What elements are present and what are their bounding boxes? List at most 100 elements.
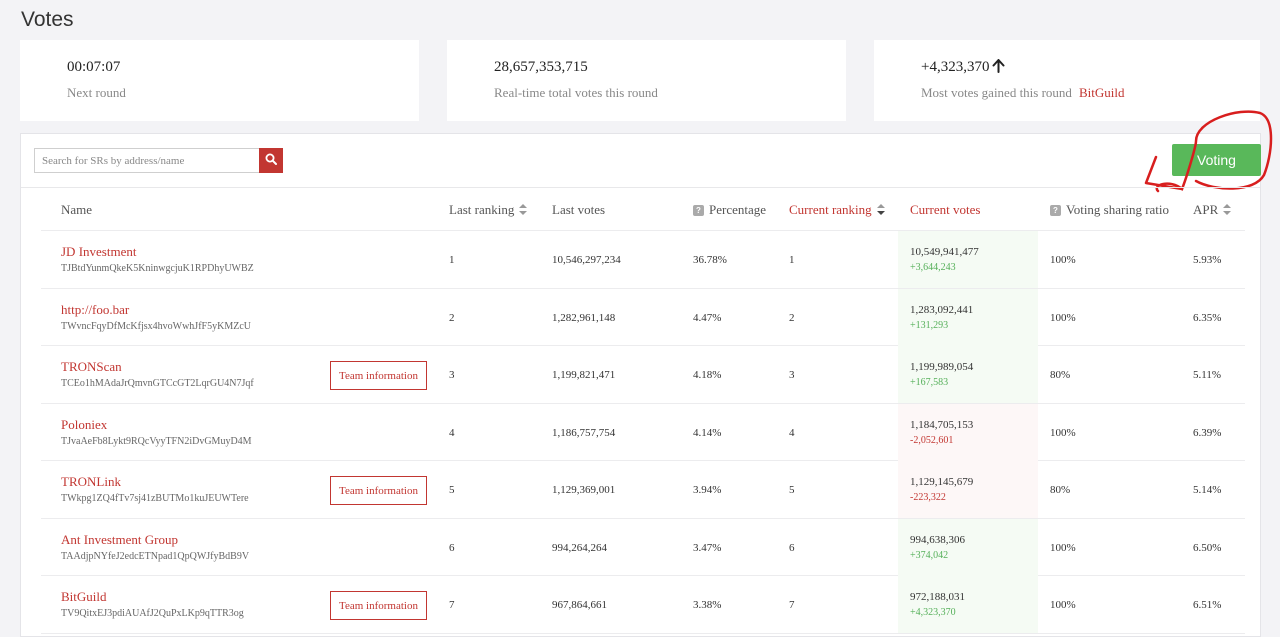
last-ranking-cell: 7 (449, 599, 455, 611)
percentage-cell: 3.38% (693, 599, 722, 611)
apr-cell: 6.39% (1193, 426, 1222, 439)
sr-name-link[interactable]: BitGuild (61, 589, 107, 605)
sharing-ratio-cell: 100% (1050, 426, 1076, 439)
votes-change: -223,322 (910, 492, 946, 503)
sr-name-link[interactable]: TRONScan (61, 359, 122, 375)
current-votes-highlight (898, 288, 1038, 346)
search-input[interactable] (34, 148, 259, 173)
team-information-button[interactable]: Team information (330, 476, 427, 505)
current-ranking-cell: 2 (789, 311, 795, 324)
sr-address: TJBtdYunmQkeK5KninwgcjuK1RPDhyUWBZ (61, 263, 254, 274)
sr-name-link[interactable]: TRONLink (61, 474, 121, 490)
last-votes-cell: 1,199,821,471 (552, 369, 616, 381)
votes-change: +4,323,370 (910, 607, 956, 618)
most-votes-label-wrap: Most votes gained this round BitGuild (921, 85, 1124, 101)
help-icon[interactable]: ? (1050, 205, 1061, 216)
current-votes-highlight (898, 231, 1038, 288)
current-ranking-cell: 3 (789, 369, 795, 381)
table-header: Name Last ranking Last votes ? Percentage… (41, 188, 1245, 231)
votes-change: -2,052,601 (910, 434, 954, 446)
most-votes-card: +4,323,370 Most votes gained this round B… (874, 40, 1260, 121)
col-last-ranking[interactable]: Last ranking (449, 188, 528, 231)
sr-list-panel: Voting Name Last ranking Last votes ? Per… (20, 110, 1273, 637)
total-votes-value: 28,657,353,715 (494, 59, 588, 75)
sr-name-link[interactable]: JD Investment (61, 244, 136, 260)
last-votes-cell: 1,186,757,754 (552, 426, 616, 439)
sharing-ratio-cell: 100% (1050, 311, 1076, 324)
col-apr[interactable]: APR (1193, 188, 1232, 232)
percentage-cell: 3.94% (693, 484, 722, 496)
arrow-up-icon (992, 59, 1005, 78)
most-votes-value: +4,323,370 (921, 59, 990, 75)
table-row: BitGuild TV9QitxEJ3pdiAUAfJ2QuPxLKp9qTTR3… (41, 576, 1245, 634)
col-current-votes: Current votes (910, 202, 981, 217)
percentage-cell: 36.78% (693, 254, 727, 266)
apr-cell: 5.93% (1193, 254, 1222, 266)
percentage-cell: 3.47% (693, 541, 722, 554)
last-ranking-cell: 1 (449, 254, 455, 266)
sharing-ratio-cell: 80% (1050, 369, 1071, 381)
table-row: http://foo.bar TWvncFqyDfMcKfjsx4hvoWwhJf… (41, 288, 1245, 346)
help-icon[interactable]: ? (693, 205, 704, 216)
sr-address: TJvaAeFb8Lykt9RQcVyyTFN2iDvGMuyD4M (61, 435, 252, 447)
apr-cell: 6.35% (1193, 311, 1222, 324)
current-votes-highlight (898, 403, 1038, 461)
col-voting-sharing-label: Voting sharing ratio (1066, 202, 1170, 217)
last-ranking-cell: 6 (449, 541, 455, 554)
col-last-votes: Last votes (552, 202, 606, 217)
sharing-ratio-cell: 100% (1050, 599, 1076, 611)
search-box (34, 148, 283, 173)
search-icon (265, 152, 277, 170)
sort-icon (1223, 189, 1232, 232)
next-round-timer: 00:07:07 (67, 59, 121, 75)
current-ranking-cell: 6 (789, 541, 795, 554)
current-votes-highlight (898, 461, 1038, 518)
next-round-card: 00:07:07 Next round (20, 40, 419, 121)
last-ranking-cell: 5 (449, 484, 455, 496)
sharing-ratio-cell: 100% (1050, 541, 1076, 554)
table-row: TRONLink TWkpg1ZQ4fTv7sj41zBUTMo1kuJEUWTe… (41, 461, 1245, 519)
current-ranking-cell: 5 (789, 484, 795, 496)
search-button[interactable] (259, 148, 283, 173)
team-information-button[interactable]: Team information (330, 361, 427, 390)
col-current-ranking[interactable]: Current ranking (789, 188, 885, 231)
sr-name-link[interactable]: http://foo.bar (61, 302, 129, 318)
current-votes-cell: 1,283,092,441 (910, 303, 974, 316)
voting-button[interactable]: Voting (1172, 144, 1261, 176)
most-votes-label: Most votes gained this round (921, 85, 1072, 100)
last-ranking-cell: 4 (449, 426, 455, 439)
current-votes-cell: 1,184,705,153 (910, 418, 974, 431)
table-row: TRONScan TCEo1hMAdaJrQmvnGTCcGT2LqrGU4N7J… (41, 346, 1245, 404)
current-votes-cell: 1,199,989,054 (910, 361, 974, 373)
sr-name-link[interactable]: Poloniex (61, 417, 107, 433)
team-information-button[interactable]: Team information (330, 591, 427, 620)
sharing-ratio-cell: 100% (1050, 254, 1076, 266)
page-title: Votes (21, 8, 74, 31)
current-votes-cell: 972,188,031 (910, 591, 965, 603)
total-votes-card: 28,657,353,715 Real-time total votes thi… (447, 40, 846, 121)
sr-address: TCEo1hMAdaJrQmvnGTCcGT2LqrGU4N7Jqf (61, 378, 254, 389)
col-percentage: ? Percentage (693, 188, 766, 231)
table-row: Ant Investment Group TAAdjpNYfeJ2edcETNpa… (41, 518, 1245, 576)
votes-change: +374,042 (910, 549, 949, 561)
most-votes-sr-link[interactable]: BitGuild (1079, 85, 1125, 100)
sr-address: TWvncFqyDfMcKfjsx4hvoWwhJfF5yKMZcU (61, 320, 251, 332)
sr-address: TAAdjpNYfeJ2edcETNpad1QpQWJfyBdB9V (61, 550, 250, 562)
current-votes-cell: 10,549,941,477 (910, 246, 979, 258)
votes-change: +131,293 (910, 319, 949, 331)
sr-address: TWkpg1ZQ4fTv7sj41zBUTMo1kuJEUWTere (61, 493, 249, 504)
sr-name-link[interactable]: Ant Investment Group (61, 532, 178, 548)
apr-cell: 5.11% (1193, 369, 1222, 381)
current-ranking-cell: 4 (789, 426, 795, 439)
sr-address: TV9QitxEJ3pdiAUAfJ2QuPxLKp9qTTR3og (61, 608, 244, 619)
table-row: Poloniex TJvaAeFb8Lykt9RQcVyyTFN2iDvGMuyD… (41, 403, 1245, 461)
col-voting-sharing-ratio: ? Voting sharing ratio (1050, 188, 1169, 231)
votes-change: +3,644,243 (910, 262, 956, 273)
percentage-cell: 4.18% (693, 369, 722, 381)
apr-cell: 6.51% (1193, 599, 1222, 611)
last-votes-cell: 994,264,264 (552, 541, 607, 554)
table-row: JD Investment TJBtdYunmQkeK5KninwgcjuK1RP… (41, 231, 1245, 289)
votes-change: +167,583 (910, 377, 949, 388)
sr-table: Name Last ranking Last votes ? Percentage… (21, 187, 1260, 634)
percentage-cell: 4.47% (693, 311, 722, 324)
